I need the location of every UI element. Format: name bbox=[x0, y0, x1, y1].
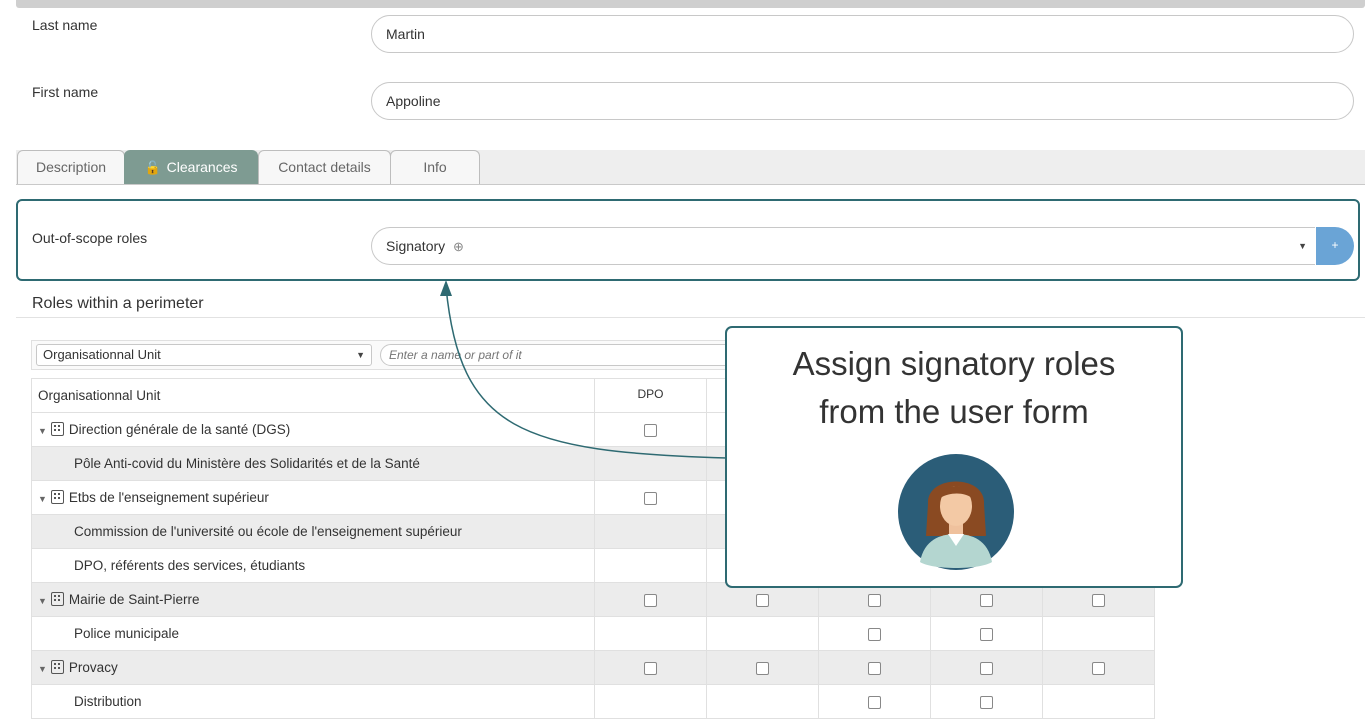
org-unit-name: Etbs de l'enseignement supérieur bbox=[68, 490, 269, 505]
role-checkbox[interactable] bbox=[980, 695, 993, 709]
role-checkbox[interactable] bbox=[644, 423, 657, 437]
org-unit-name: Pôle Anti-covid du Ministère des Solidar… bbox=[74, 456, 420, 471]
table-row: Police municipale bbox=[31, 616, 1155, 651]
role-cell bbox=[930, 650, 1043, 685]
role-checkbox[interactable] bbox=[868, 661, 881, 675]
tab-info[interactable]: Info bbox=[390, 150, 480, 184]
role-cell bbox=[594, 616, 707, 651]
divider bbox=[16, 317, 1365, 318]
building-icon bbox=[50, 592, 64, 606]
org-unit-cell: Police municipale bbox=[31, 616, 595, 651]
tab-clearances-label: Clearances bbox=[166, 159, 238, 175]
role-cell bbox=[594, 480, 707, 515]
org-unit-cell: ▼ Mairie de Saint-Pierre bbox=[31, 582, 595, 617]
org-unit-cell: ▼ Provacy bbox=[31, 650, 595, 685]
role-checkbox[interactable] bbox=[756, 661, 769, 675]
tab-description[interactable]: Description bbox=[17, 150, 125, 184]
role-cell bbox=[594, 650, 707, 685]
tab-bar: Description 🔓 Clearances Contact details … bbox=[16, 150, 1365, 185]
role-cell bbox=[594, 548, 707, 583]
role-cell bbox=[818, 616, 931, 651]
role-checkbox[interactable] bbox=[868, 695, 881, 709]
role-cell bbox=[930, 684, 1043, 719]
role-checkbox[interactable] bbox=[1092, 593, 1105, 607]
first-name-label: First name bbox=[32, 84, 99, 100]
org-unit-name: Police municipale bbox=[74, 626, 180, 641]
org-unit-cell: Commission de l'université ou école de l… bbox=[31, 514, 595, 549]
role-checkbox[interactable] bbox=[644, 593, 657, 607]
role-cell bbox=[1042, 684, 1155, 719]
role-column-header: DPO bbox=[594, 378, 707, 413]
role-cell bbox=[818, 684, 931, 719]
role-checkbox[interactable] bbox=[644, 661, 657, 675]
role-checkbox[interactable] bbox=[980, 661, 993, 675]
role-checkbox[interactable] bbox=[1092, 661, 1105, 675]
role-cell bbox=[818, 650, 931, 685]
role-checkbox[interactable] bbox=[868, 627, 881, 641]
caret-down-icon: ▼ bbox=[1298, 241, 1307, 251]
search-input[interactable] bbox=[380, 344, 740, 366]
org-unit-cell: ▼ Etbs de l'enseignement supérieur bbox=[31, 480, 595, 515]
last-name-label: Last name bbox=[32, 17, 98, 33]
building-icon bbox=[50, 422, 64, 436]
tab-contact-details[interactable]: Contact details bbox=[258, 150, 391, 184]
org-unit-cell: Pôle Anti-covid du Ministère des Solidar… bbox=[31, 446, 595, 481]
lock-open-icon: 🔓 bbox=[144, 160, 161, 175]
out-of-scope-roles-highlight: Out-of-scope roles Signatory ⊕ ▼ + bbox=[16, 199, 1360, 281]
org-unit-cell: Distribution bbox=[31, 684, 595, 719]
callout-text: Assign signatory roles from the user for… bbox=[792, 345, 1116, 430]
role-cell bbox=[706, 650, 819, 685]
tab-contact-details-label: Contact details bbox=[278, 159, 371, 175]
last-name-input[interactable] bbox=[371, 15, 1354, 53]
top-bar bbox=[16, 0, 1365, 8]
role-checkbox[interactable] bbox=[644, 491, 657, 505]
expand-toggle-icon[interactable]: ▼ bbox=[38, 426, 47, 436]
org-unit-name: Distribution bbox=[74, 694, 142, 709]
tab-info-label: Info bbox=[423, 159, 447, 175]
role-cell bbox=[594, 684, 707, 719]
org-unit-column-header: Organisationnal Unit bbox=[31, 378, 595, 413]
table-row: Distribution bbox=[31, 684, 1155, 719]
role-cell bbox=[594, 446, 707, 481]
role-cell bbox=[594, 412, 707, 447]
caret-down-icon: ▼ bbox=[356, 350, 365, 360]
building-icon bbox=[50, 660, 64, 674]
org-unit-name: DPO, référents des services, étudiants bbox=[74, 558, 306, 573]
org-unit-filter-value: Organisationnal Unit bbox=[43, 347, 161, 362]
expand-toggle-icon[interactable]: ▼ bbox=[38, 494, 47, 504]
org-unit-cell: ▼ Direction générale de la santé (DGS) bbox=[31, 412, 595, 447]
org-unit-name: Mairie de Saint-Pierre bbox=[68, 592, 200, 607]
woman-avatar-icon bbox=[898, 454, 1014, 570]
table-row: ▼ Provacy bbox=[31, 650, 1155, 685]
selected-role: Signatory bbox=[386, 238, 446, 254]
target-icon: ⊕ bbox=[453, 239, 464, 254]
role-checkbox[interactable] bbox=[980, 627, 993, 641]
role-cell bbox=[1042, 650, 1155, 685]
annotation-callout: Assign signatory roles from the user for… bbox=[725, 326, 1183, 588]
add-role-button[interactable]: + bbox=[1316, 227, 1354, 265]
first-name-input[interactable] bbox=[371, 82, 1354, 120]
out-of-scope-roles-label: Out-of-scope roles bbox=[32, 230, 148, 246]
role-checkbox[interactable] bbox=[868, 593, 881, 607]
role-cell bbox=[594, 514, 707, 549]
role-cell bbox=[930, 616, 1043, 651]
tab-description-label: Description bbox=[35, 159, 107, 175]
expand-toggle-icon[interactable]: ▼ bbox=[38, 664, 47, 674]
org-unit-name: Direction générale de la santé (DGS) bbox=[68, 422, 291, 437]
tab-clearances[interactable]: 🔓 Clearances bbox=[124, 150, 258, 184]
role-cell bbox=[706, 616, 819, 651]
role-checkbox[interactable] bbox=[980, 593, 993, 607]
role-checkbox[interactable] bbox=[756, 593, 769, 607]
role-cell bbox=[1042, 616, 1155, 651]
role-cell bbox=[594, 582, 707, 617]
org-unit-name: Provacy bbox=[68, 660, 118, 675]
out-of-scope-roles-select[interactable]: Signatory ⊕ ▼ bbox=[371, 227, 1315, 265]
org-unit-filter-select[interactable]: Organisationnal Unit ▼ bbox=[36, 344, 372, 366]
org-unit-name: Commission de l'université ou école de l… bbox=[74, 524, 462, 539]
org-unit-cell: DPO, référents des services, étudiants bbox=[31, 548, 595, 583]
role-cell bbox=[706, 684, 819, 719]
building-icon bbox=[50, 490, 64, 504]
expand-toggle-icon[interactable]: ▼ bbox=[38, 596, 47, 606]
section-title: Roles within a perimeter bbox=[32, 295, 204, 312]
